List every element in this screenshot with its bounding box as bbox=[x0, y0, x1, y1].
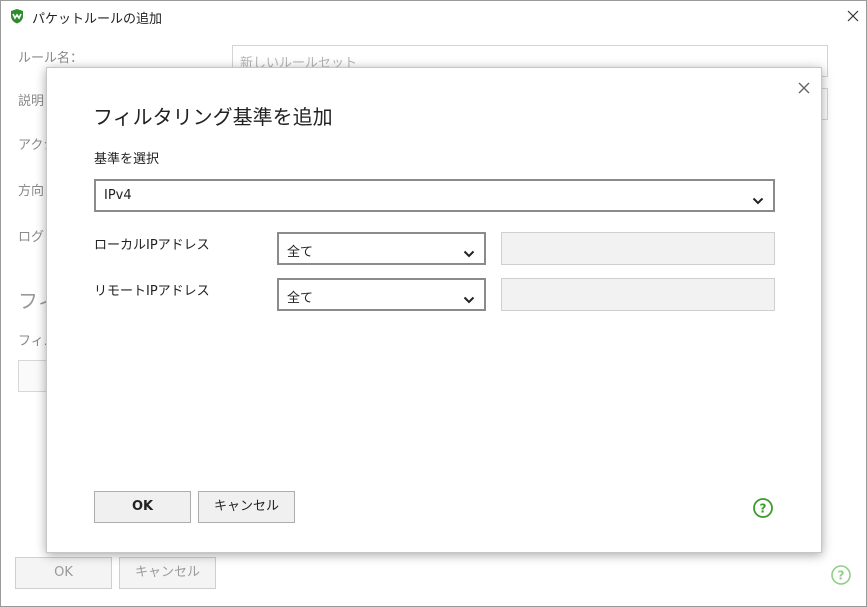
help-icon[interactable]: ? bbox=[830, 564, 852, 586]
criteria-select-value: IPv4 bbox=[104, 188, 132, 203]
cancel-button[interactable]: キャンセル bbox=[198, 491, 295, 523]
close-icon[interactable] bbox=[843, 6, 863, 26]
bg-ok-button[interactable]: OK bbox=[15, 557, 112, 589]
local-ip-select[interactable]: 全て bbox=[277, 232, 486, 265]
remote-ip-label: リモートIPアドレス bbox=[94, 284, 210, 299]
chevron-down-icon bbox=[463, 244, 475, 258]
svg-text:?: ? bbox=[760, 502, 767, 516]
add-filter-button[interactable] bbox=[18, 360, 48, 392]
local-ip-input[interactable] bbox=[501, 232, 775, 265]
description-label: 説明 bbox=[18, 94, 45, 109]
close-icon[interactable] bbox=[795, 79, 813, 97]
chevron-down-icon bbox=[463, 290, 475, 304]
local-ip-label: ローカルIPアドレス bbox=[94, 238, 210, 253]
chevron-down-icon bbox=[752, 191, 764, 205]
direction-label: 方向 bbox=[18, 184, 45, 199]
svg-text:?: ? bbox=[838, 569, 845, 583]
app-logo-icon bbox=[9, 8, 25, 24]
criteria-label: 基準を選択 bbox=[94, 152, 160, 167]
add-filter-criteria-dialog: フィルタリング基準を追加 基準を選択 IPv4 ローカルIPアドレス 全て リモ… bbox=[46, 67, 822, 553]
help-icon[interactable]: ? bbox=[752, 497, 774, 519]
dialog-title: フィルタリング基準を追加 bbox=[93, 105, 333, 129]
bg-cancel-button[interactable]: キャンセル bbox=[119, 557, 216, 589]
remote-ip-input[interactable] bbox=[501, 278, 775, 311]
rule-name-label: ルール名： bbox=[18, 51, 84, 66]
criteria-select[interactable]: IPv4 bbox=[94, 179, 775, 212]
ok-button[interactable]: OK bbox=[94, 491, 191, 523]
window-title: パケットルールの追加 bbox=[32, 12, 163, 27]
local-ip-select-value: 全て bbox=[287, 245, 314, 260]
remote-ip-select-value: 全て bbox=[287, 291, 314, 306]
title-bar: パケットルールの追加 bbox=[1, 1, 866, 31]
remote-ip-select[interactable]: 全て bbox=[277, 278, 486, 311]
